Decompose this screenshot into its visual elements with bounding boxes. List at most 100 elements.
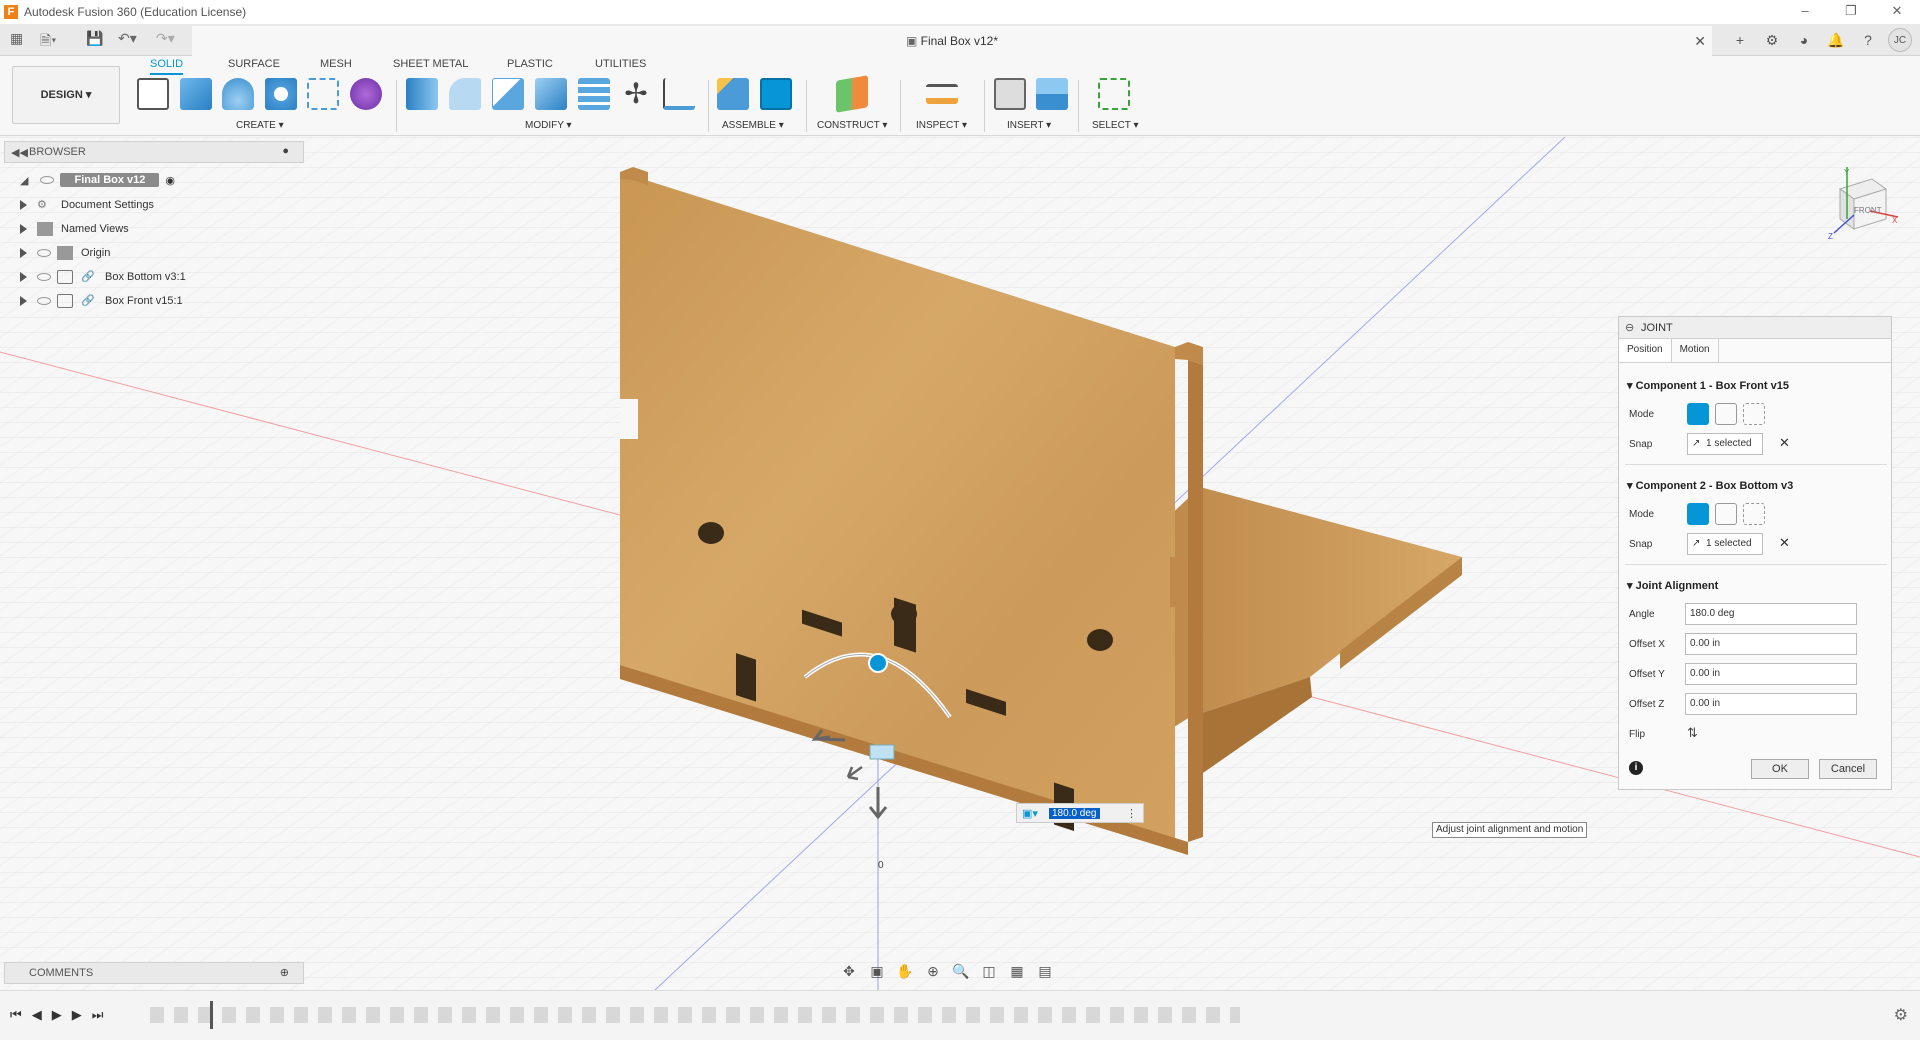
- revolve-icon[interactable]: [222, 78, 254, 110]
- browser-pin-icon[interactable]: ●: [282, 145, 289, 157]
- view-cube[interactable]: FRONT Y X Z: [1820, 167, 1900, 247]
- activate-component-icon[interactable]: ◉: [165, 174, 175, 187]
- joint-dialog-header[interactable]: ⊖ JOINT: [1619, 317, 1891, 339]
- tree-item-named-views[interactable]: Named Views: [20, 219, 129, 239]
- job-status-icon[interactable]: ◕: [1792, 28, 1816, 52]
- help-icon[interactable]: ?: [1856, 28, 1880, 52]
- tab-position[interactable]: Position: [1619, 339, 1672, 362]
- mode-between-icon[interactable]: [1715, 503, 1737, 525]
- expand-icon[interactable]: [20, 224, 27, 234]
- workspace-switcher[interactable]: DESIGN ▾: [12, 66, 120, 124]
- file-menu-icon[interactable]: 🗎▾: [40, 30, 56, 54]
- save-icon[interactable]: 💾: [86, 30, 103, 47]
- offset-x-input[interactable]: 0.00 in: [1685, 633, 1857, 655]
- joint-alignment-header[interactable]: ▾ Joint Alignment: [1627, 579, 1718, 592]
- component2-snap-selection[interactable]: ↗ 1 selected: [1687, 533, 1763, 555]
- mode-simple-icon[interactable]: [1687, 503, 1709, 525]
- modify-group-label[interactable]: MODIFY ▾: [525, 120, 572, 131]
- orbit-icon[interactable]: ✥: [838, 960, 860, 982]
- visibility-eye-icon[interactable]: [37, 273, 51, 281]
- fit-icon[interactable]: 🔍: [950, 960, 972, 982]
- offset-plane-icon[interactable]: [836, 75, 868, 113]
- mode-center-icon[interactable]: [1743, 503, 1765, 525]
- expand-icon[interactable]: [20, 248, 27, 258]
- look-at-icon[interactable]: ▣: [866, 960, 888, 982]
- timeline-marker[interactable]: [210, 1001, 213, 1029]
- joint-origin-glyph[interactable]: [869, 744, 895, 760]
- press-pull-icon[interactable]: [406, 78, 438, 110]
- tree-root-label[interactable]: Final Box v12: [60, 173, 160, 187]
- input-mode-icon[interactable]: ▣▾: [1017, 807, 1043, 820]
- collapse-browser-icon[interactable]: ◀◀: [11, 146, 28, 159]
- tree-item-origin[interactable]: Origin: [20, 243, 110, 263]
- clear-snap-icon[interactable]: ✕: [1779, 435, 1790, 451]
- insert-derive-icon[interactable]: [994, 78, 1026, 110]
- user-avatar[interactable]: JC: [1888, 28, 1912, 52]
- create-group-label[interactable]: CREATE ▾: [236, 120, 284, 131]
- offset-y-input[interactable]: 0.00 in: [1685, 663, 1857, 685]
- view-cube-face[interactable]: FRONT: [1854, 206, 1882, 215]
- align-icon[interactable]: [663, 78, 695, 110]
- display-settings-icon[interactable]: ◫: [978, 960, 1000, 982]
- tab-motion[interactable]: Motion: [1672, 339, 1719, 362]
- expand-icon[interactable]: [20, 200, 27, 210]
- redo-icon[interactable]: ↷▾: [156, 30, 175, 47]
- visibility-eye-icon[interactable]: [37, 297, 51, 305]
- combine-icon[interactable]: [578, 78, 610, 110]
- grid-settings-icon[interactable]: ▦: [1006, 960, 1028, 982]
- expand-icon[interactable]: ◢: [20, 174, 28, 187]
- fillet-icon[interactable]: [449, 78, 481, 110]
- construct-group-label[interactable]: CONSTRUCT ▾: [817, 120, 887, 131]
- flip-icon[interactable]: ⇅: [1687, 725, 1698, 741]
- mode-between-icon[interactable]: [1715, 403, 1737, 425]
- pan-icon[interactable]: ✋: [894, 960, 916, 982]
- go-to-start-icon[interactable]: ⏮: [10, 1007, 22, 1023]
- zoom-icon[interactable]: ⊕: [922, 960, 944, 982]
- pattern-icon[interactable]: [307, 78, 339, 110]
- insert-canvas-icon[interactable]: [1036, 78, 1068, 110]
- minimize-button[interactable]: –: [1782, 0, 1828, 24]
- tree-root[interactable]: ◢ Final Box v12 ◉: [20, 170, 175, 190]
- mode-center-icon[interactable]: [1743, 403, 1765, 425]
- tab-sheet-metal[interactable]: SHEET METAL: [393, 58, 468, 70]
- expand-icon[interactable]: [20, 272, 27, 282]
- offset-z-input[interactable]: 0.00 in: [1685, 693, 1857, 715]
- tree-item-box-bottom[interactable]: 🔗 Box Bottom v3:1: [20, 267, 186, 287]
- new-tab-icon[interactable]: +: [1728, 28, 1752, 52]
- close-tab-icon[interactable]: ✕: [1694, 26, 1706, 56]
- tab-surface[interactable]: SURFACE: [228, 58, 280, 70]
- angle-inline-value[interactable]: 180.0 deg: [1049, 807, 1100, 819]
- angle-inline-input[interactable]: ▣▾ 180.0 deg ⋮: [1016, 803, 1144, 823]
- more-options-icon[interactable]: ⋮: [1126, 807, 1143, 820]
- extrude-icon[interactable]: [180, 78, 212, 110]
- comments-panel[interactable]: COMMENTS ⊕: [4, 962, 304, 984]
- inspect-group-label[interactable]: INSPECT ▾: [916, 120, 967, 131]
- timeline-features[interactable]: [150, 1007, 1240, 1023]
- go-to-end-icon[interactable]: ⏭: [92, 1007, 104, 1023]
- component1-header[interactable]: ▾ Component 1 - Box Front v15: [1627, 379, 1789, 392]
- shell-icon[interactable]: [535, 78, 567, 110]
- create-sketch-icon[interactable]: [137, 78, 169, 110]
- cancel-button[interactable]: Cancel: [1819, 759, 1877, 779]
- restore-button[interactable]: ❐: [1828, 0, 1874, 24]
- viewports-icon[interactable]: ▤: [1034, 960, 1056, 982]
- collapse-dialog-icon[interactable]: ⊖: [1625, 317, 1634, 339]
- visibility-eye-icon[interactable]: [37, 249, 51, 257]
- timeline-settings-icon[interactable]: ⚙: [1894, 1005, 1908, 1025]
- tab-utilities[interactable]: UTILITIES: [595, 58, 646, 70]
- tab-plastic[interactable]: PLASTIC: [507, 58, 553, 70]
- angle-input[interactable]: 180.0 deg: [1685, 603, 1857, 625]
- step-forward-icon[interactable]: ▶: [72, 1007, 82, 1023]
- notifications-icon[interactable]: 🔔: [1824, 28, 1848, 52]
- component1-snap-selection[interactable]: ↗ 1 selected: [1687, 433, 1763, 455]
- measure-icon[interactable]: [926, 84, 958, 104]
- select-group-label[interactable]: SELECT ▾: [1092, 120, 1139, 131]
- new-component-icon[interactable]: [717, 78, 749, 110]
- expand-icon[interactable]: [20, 296, 27, 306]
- tab-mesh[interactable]: MESH: [320, 58, 352, 70]
- visibility-eye-icon[interactable]: [40, 176, 55, 184]
- joint-icon[interactable]: [760, 78, 792, 110]
- rotate-handle[interactable]: [868, 653, 888, 673]
- mode-simple-icon[interactable]: [1687, 403, 1709, 425]
- move-copy-icon[interactable]: ✢: [620, 78, 652, 110]
